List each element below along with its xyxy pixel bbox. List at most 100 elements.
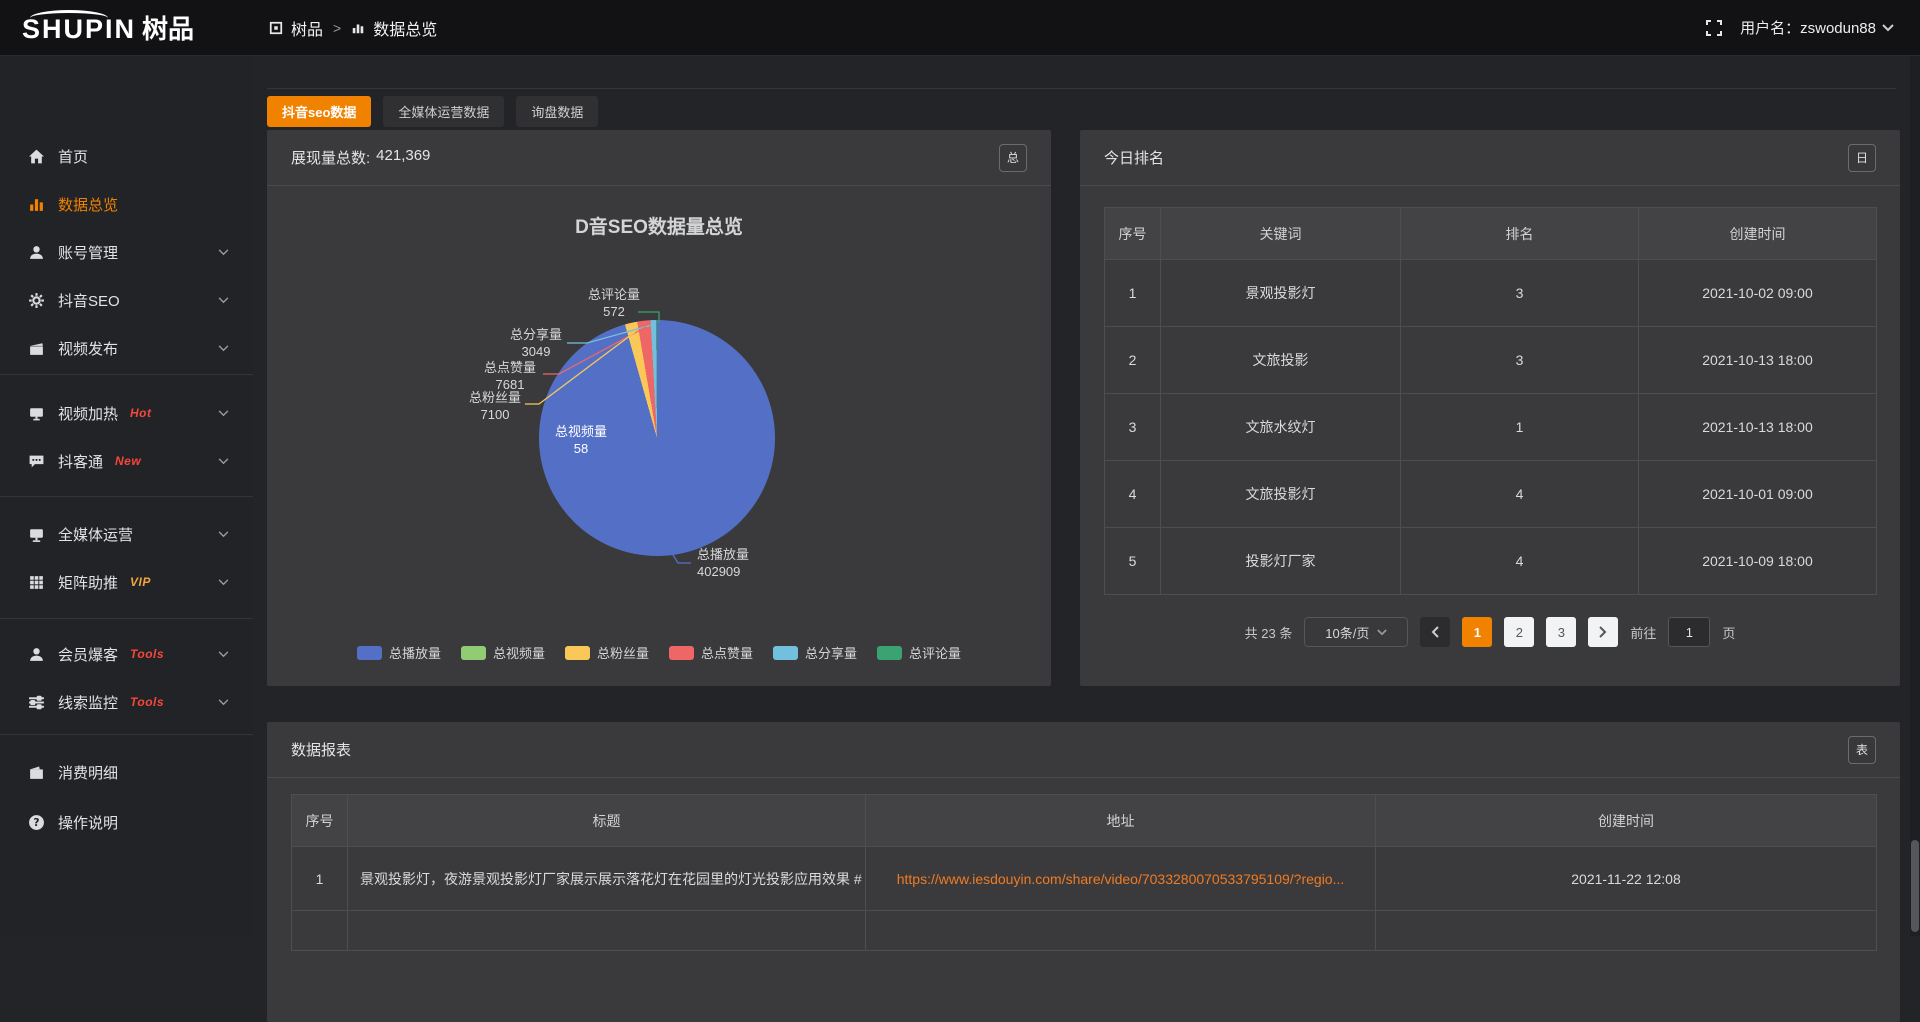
prev-page-button[interactable] (1420, 617, 1450, 647)
sidebar-item-data-overview[interactable]: 数据总览 (0, 180, 253, 228)
sidebar-item-lead-monitor[interactable]: 线索监控 Tools (0, 678, 253, 726)
chevron-down-icon (218, 699, 229, 706)
page-button-3[interactable]: 3 (1546, 617, 1576, 647)
video-url-link[interactable]: https://www.iesdouyin.com/share/video/70… (866, 871, 1375, 887)
sidebar-item-douyin-seo[interactable]: 抖音SEO (0, 276, 253, 324)
pie-label-plays: 总播放量402909 (697, 546, 749, 580)
table-row[interactable]: 5 投影灯厂家 4 2021-10-09 18:00 (1105, 528, 1877, 595)
legend-item-videos[interactable]: 总视频量 (461, 643, 545, 662)
sidebar-item-label: 视频加热 (58, 403, 118, 424)
sidebar-item-matrix-boost[interactable]: 矩阵助推 VIP (0, 558, 253, 606)
new-badge: New (115, 454, 141, 468)
chevron-down-icon (218, 249, 229, 256)
app-logo: SHUPIN 树品 (0, 9, 253, 46)
sidebar-separator (0, 734, 253, 735)
data-tabs: 抖音seo数据 全媒体运营数据 询盘数据 (267, 96, 598, 127)
grid-icon (27, 573, 45, 591)
pie-chart: D音SEO数据量总览 总评论量572 总分享量3049 总点赞量7681 总粉丝… (267, 186, 1051, 686)
day-badge-button[interactable]: 日 (1848, 144, 1876, 172)
sidebar-item-label: 会员爆客 (58, 644, 118, 665)
tab-inquiry-data[interactable]: 询盘数据 (516, 96, 598, 127)
sidebar-item-help[interactable]: ? 操作说明 (0, 798, 253, 846)
breadcrumb-current[interactable]: 数据总览 (373, 16, 437, 40)
col-created: 创建时间 (1639, 208, 1877, 260)
breadcrumb-root[interactable]: 树品 (291, 16, 323, 40)
user-icon (27, 645, 45, 663)
overview-panel: 展现量总数: 421,369 总 D音SEO数据量总览 总评论量572 总分享量… (267, 130, 1051, 686)
table-row[interactable]: 1 景观投影灯 3 2021-10-02 09:00 (1105, 260, 1877, 327)
table-row[interactable]: 3 文旅水纹灯 1 2021-10-13 18:00 (1105, 394, 1877, 461)
legend-swatch (461, 646, 486, 660)
question-icon: ? (27, 813, 45, 831)
chevron-down-icon (218, 410, 229, 417)
goto-page-input[interactable] (1668, 617, 1710, 647)
sidebar-separator (0, 618, 253, 619)
sidebar-item-label: 视频发布 (58, 338, 118, 359)
sidebar-item-video-heat[interactable]: 视频加热 Hot (0, 389, 253, 437)
user-name[interactable]: 用户名：zswodun88 (1740, 17, 1894, 38)
sidebar-separator (0, 374, 253, 375)
legend-item-comments[interactable]: 总评论量 (877, 643, 961, 662)
wallet-icon (27, 763, 45, 781)
bar-chart-icon (351, 21, 365, 35)
page-button-1[interactable]: 1 (1462, 617, 1492, 647)
page-size-select[interactable]: 10条/页 (1304, 617, 1408, 647)
sidebar-item-omnimedia[interactable]: 全媒体运营 (0, 510, 253, 558)
legend-item-plays[interactable]: 总播放量 (357, 643, 441, 662)
report-title: 数据报表 (291, 739, 351, 760)
tools-badge: Tools (130, 695, 164, 709)
pie-label-videos: 总视频量58 (555, 423, 607, 457)
col-rank: 排名 (1401, 208, 1639, 260)
sidebar-item-account[interactable]: 账号管理 (0, 228, 253, 276)
chevron-down-icon (1377, 629, 1387, 636)
user-area: 用户名：zswodun88 (1706, 17, 1920, 38)
breadcrumb: 树品 > 数据总览 (269, 16, 437, 40)
chevron-down-icon (1882, 24, 1894, 32)
page-button-2[interactable]: 2 (1504, 617, 1534, 647)
tab-douyin-seo[interactable]: 抖音seo数据 (267, 96, 371, 127)
legend-item-likes[interactable]: 总点赞量 (669, 643, 753, 662)
sidebar-separator (0, 496, 253, 497)
fullscreen-icon[interactable] (1706, 20, 1722, 36)
table-row[interactable] (292, 911, 1877, 951)
svg-text:?: ? (33, 816, 39, 829)
sidebar-item-douketong[interactable]: 抖客通 New (0, 437, 253, 485)
table-row[interactable]: 2 文旅投影 3 2021-10-13 18:00 (1105, 327, 1877, 394)
sidebar-item-consumption[interactable]: 消费明细 (0, 748, 253, 796)
legend-item-fans[interactable]: 总粉丝量 (565, 643, 649, 662)
pie-label-shares: 总分享量3049 (510, 326, 562, 360)
tab-omnimedia-data[interactable]: 全媒体运营数据 (383, 96, 504, 127)
next-page-button[interactable] (1588, 617, 1618, 647)
table-badge-button[interactable]: 表 (1848, 736, 1876, 764)
overview-panel-header: 展现量总数: 421,369 总 (267, 130, 1051, 186)
table-row[interactable]: 1 景观投影灯，夜游景观投影灯厂家展示展示落花灯在花园里的灯光投影应用效果 # … (292, 847, 1877, 911)
chevron-down-icon (218, 651, 229, 658)
ranking-title: 今日排名 (1104, 147, 1164, 168)
total-badge-button[interactable]: 总 (999, 144, 1027, 172)
sidebar-item-label: 全媒体运营 (58, 524, 133, 545)
sliders-icon (27, 693, 45, 711)
scrollbar-track[interactable] (1910, 56, 1920, 936)
chat-icon (27, 452, 45, 470)
chevron-down-icon (218, 345, 229, 352)
impressions-value: 421,369 (376, 147, 430, 168)
legend-swatch (565, 646, 590, 660)
content-divider (267, 88, 1896, 89)
scrollbar-thumb[interactable] (1911, 840, 1919, 932)
app-header: SHUPIN 树品 树品 > 数据总览 用户名：zswodun88 (0, 0, 1920, 56)
user-icon (27, 243, 45, 261)
legend-item-shares[interactable]: 总分享量 (773, 643, 857, 662)
sidebar-item-home[interactable]: 首页 (0, 132, 253, 180)
goto-label: 前往 (1630, 623, 1656, 642)
logo-text-en: SHUPIN (22, 14, 136, 45)
legend-swatch (773, 646, 798, 660)
gear-icon (27, 291, 45, 309)
table-header-row: 序号 关键词 排名 创建时间 (1105, 208, 1877, 260)
ranking-table: 序号 关键词 排名 创建时间 1 景观投影灯 3 2021-10-02 09:0… (1104, 207, 1877, 595)
legend-swatch (669, 646, 694, 660)
sidebar-item-label: 操作说明 (58, 812, 118, 833)
table-row[interactable]: 4 文旅投影灯 4 2021-10-01 09:00 (1105, 461, 1877, 528)
home-icon (27, 147, 45, 165)
sidebar-item-member-baoke[interactable]: 会员爆客 Tools (0, 630, 253, 678)
sidebar-item-video-publish[interactable]: 视频发布 (0, 324, 253, 372)
